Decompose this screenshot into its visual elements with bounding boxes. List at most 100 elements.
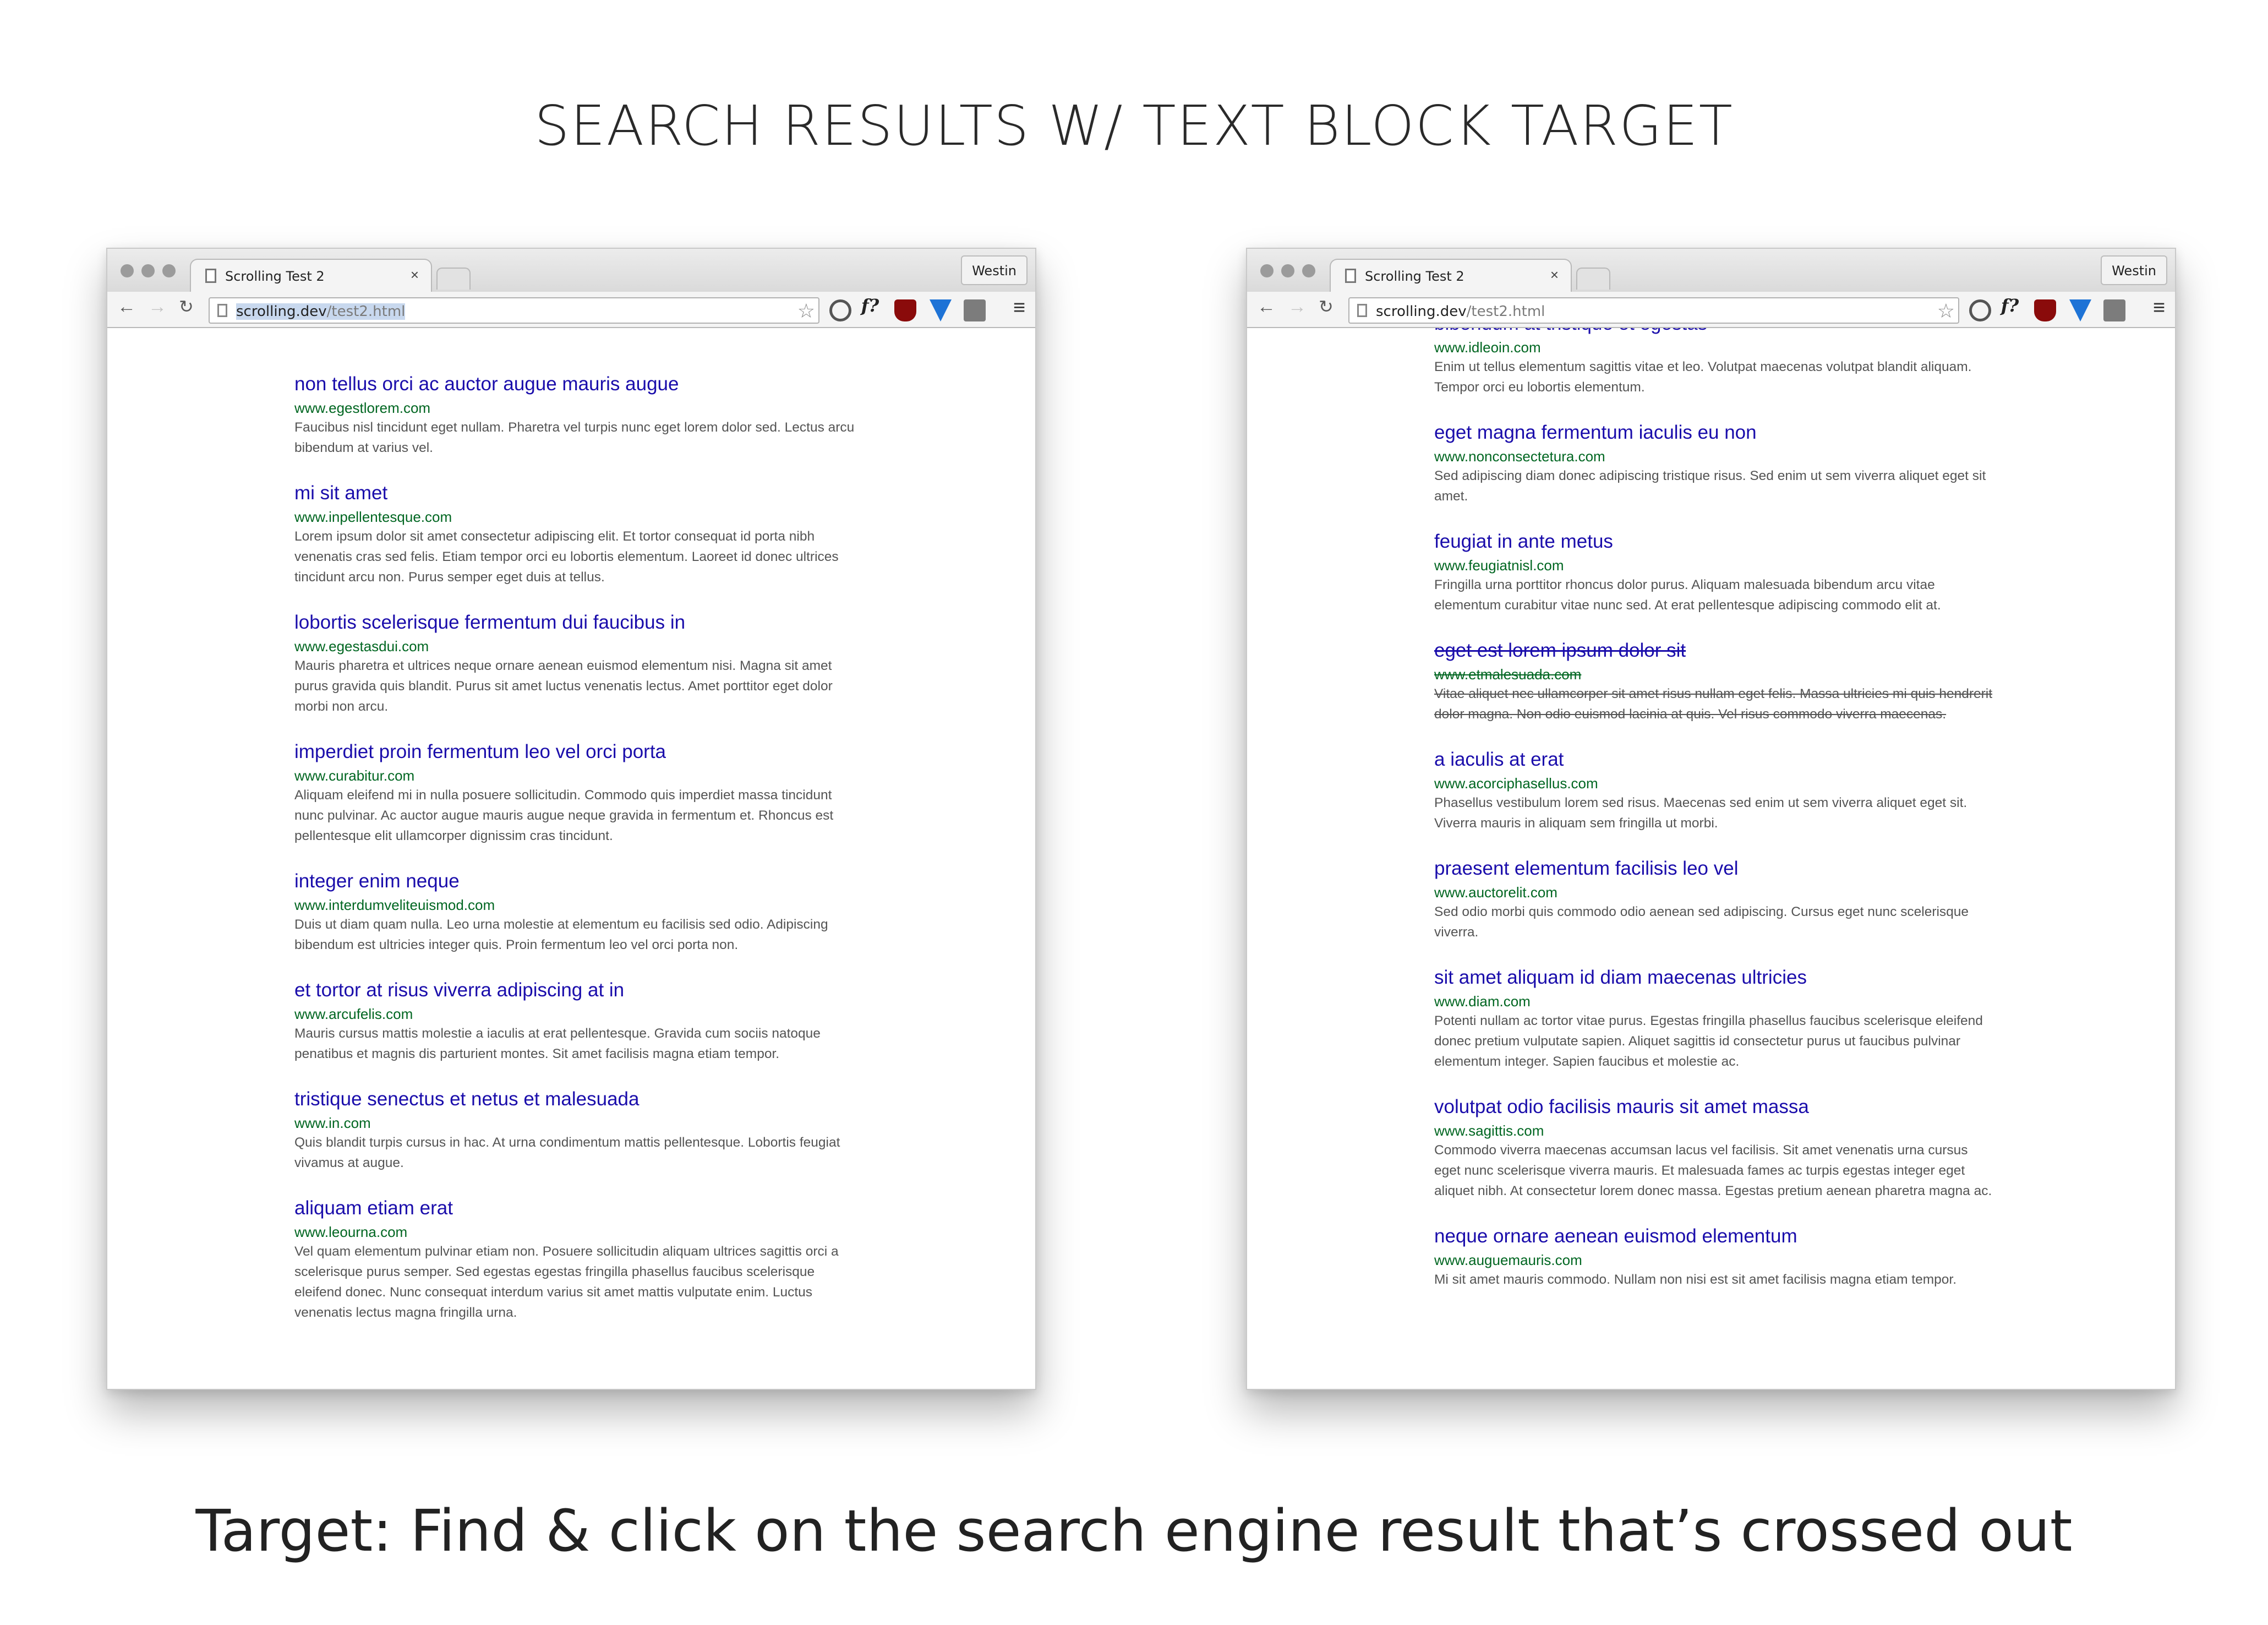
sync-icon[interactable] <box>1969 299 1991 321</box>
hamburger-menu-icon[interactable]: ≡ <box>2153 296 2165 320</box>
result-url: www.leourna.com <box>294 1224 408 1240</box>
ublock-icon[interactable] <box>2034 299 2056 321</box>
result-url: www.idleoin.com <box>1434 339 1541 356</box>
new-tab-button[interactable] <box>436 268 471 290</box>
search-results-list: bibendum at tristique et egestas www.idle… <box>1434 328 1996 1313</box>
new-tab-button[interactable] <box>1576 268 1610 290</box>
page-caption: Target: Find & click on the search engin… <box>195 1497 2073 1564</box>
back-button[interactable]: ← <box>117 296 136 318</box>
search-result-crossed-out: eget est lorem ipsum dolor sit www.etmale… <box>1434 639 1996 724</box>
result-title-link[interactable]: praesent elementum facilisis leo vel <box>1434 857 1996 881</box>
url-text[interactable]: scrolling.dev/test2.html <box>236 303 406 320</box>
extension-box-icon[interactable] <box>2103 299 2125 321</box>
result-title-link[interactable]: aliquam etiam erat <box>294 1196 856 1220</box>
profile-button[interactable]: Westin <box>961 255 1028 285</box>
tab-title: Scrolling Test 2 <box>225 269 325 284</box>
result-title-link[interactable]: lobortis scelerisque fermentum dui fauci… <box>294 610 856 635</box>
result-url: www.egestlorem.com <box>294 400 431 416</box>
zoom-window-button[interactable] <box>1302 264 1315 277</box>
search-result: et tortor at risus viverra adipiscing at… <box>294 978 856 1064</box>
forward-button[interactable]: → <box>1288 296 1307 318</box>
result-url: www.nonconsectetura.com <box>1434 448 1605 465</box>
bookmark-star-icon[interactable]: ☆ <box>1937 299 1955 323</box>
browser-tab[interactable]: Scrolling Test 2 × <box>1330 259 1572 293</box>
result-url: www.arcufelis.com <box>294 1006 413 1022</box>
result-title-link[interactable]: bibendum at tristique et egestas <box>1434 328 1996 336</box>
profile-button[interactable]: Westin <box>2101 255 2167 285</box>
back-button[interactable]: ← <box>1257 296 1276 318</box>
browser-window-left: Scrolling Test 2 × Westin ← → ↻ scrollin… <box>106 248 1036 1390</box>
tab-close-icon[interactable]: × <box>1550 266 1559 283</box>
result-title-link[interactable]: non tellus orci ac auctor augue mauris a… <box>294 372 856 396</box>
result-url: www.interdumveliteuismod.com <box>294 897 495 913</box>
result-title-link[interactable]: mi sit amet <box>294 481 856 505</box>
reload-button[interactable]: ↻ <box>179 296 194 317</box>
search-result: bibendum at tristique et egestas www.idle… <box>1434 328 1996 397</box>
result-title-link[interactable]: eget magna fermentum iaculis eu non <box>1434 421 1996 445</box>
result-snippet: Potenti nullam ac tortor vitae purus. Eg… <box>1434 1013 1983 1069</box>
search-result: sit amet aliquam id diam maecenas ultric… <box>1434 966 1996 1072</box>
title-bar: Scrolling Test 2 × Westin <box>107 249 1035 293</box>
f-question-icon[interactable]: f? <box>859 295 881 317</box>
f-question-icon[interactable]: f? <box>1999 295 2021 317</box>
result-url: www.inpellentesque.com <box>294 509 452 525</box>
url-text[interactable]: scrolling.dev/test2.html <box>1376 303 1545 320</box>
search-result: mi sit amet www.inpellentesque.com Lorem i… <box>294 481 856 587</box>
url-host: scrolling.dev <box>236 303 327 320</box>
result-url: www.in.com <box>294 1115 371 1131</box>
page-icon <box>217 304 227 317</box>
v-extension-icon[interactable] <box>930 299 952 321</box>
result-title-link[interactable]: volutpat odio facilisis mauris sit amet … <box>1434 1095 1996 1119</box>
search-result: imperdiet proin fermentum leo vel orci p… <box>294 740 856 846</box>
result-title-link[interactable]: et tortor at risus viverra adipiscing at… <box>294 978 856 1002</box>
result-title-link[interactable]: integer enim neque <box>294 869 856 893</box>
result-url: www.diam.com <box>1434 993 1531 1010</box>
result-snippet: Sed adipiscing diam donec adipiscing tri… <box>1434 468 1986 504</box>
result-snippet: Enim ut tellus elementum sagittis vitae … <box>1434 359 1972 395</box>
search-results-list: non tellus orci ac auctor augue mauris a… <box>294 372 856 1346</box>
extension-box-icon[interactable] <box>964 299 986 321</box>
close-window-button[interactable] <box>121 264 134 277</box>
address-bar[interactable]: scrolling.dev/test2.html ☆ <box>1348 297 1959 324</box>
result-title-link[interactable]: eget est lorem ipsum dolor sit <box>1434 639 1996 663</box>
minimize-window-button[interactable] <box>141 264 155 277</box>
search-result: a iaculis at erat www.acorciphasellus.com… <box>1434 748 1996 833</box>
reload-button[interactable]: ↻ <box>1319 296 1334 317</box>
page-viewport: bibendum at tristique et egestas www.idle… <box>1247 328 2175 1389</box>
zoom-window-button[interactable] <box>162 264 176 277</box>
search-result: feugiat in ante metus www.feugiatnisl.com… <box>1434 530 1996 615</box>
result-snippet: Quis blandit turpis cursus in hac. At ur… <box>294 1135 840 1170</box>
hamburger-menu-icon[interactable]: ≡ <box>1013 296 1025 320</box>
result-url: www.feugiatnisl.com <box>1434 557 1564 574</box>
forward-button[interactable]: → <box>148 296 167 318</box>
v-extension-icon[interactable] <box>2069 299 2091 321</box>
search-result: praesent elementum facilisis leo vel www.… <box>1434 857 1996 942</box>
ublock-icon[interactable] <box>894 299 916 321</box>
url-path: /test2.html <box>1466 303 1545 320</box>
toolbar: ← → ↻ scrolling.dev/test2.html ☆ f? ≡ <box>107 292 1035 328</box>
window-controls <box>1260 264 1323 280</box>
result-title-link[interactable]: neque ornare aenean euismod elementum <box>1434 1224 1996 1248</box>
result-url: www.acorciphasellus.com <box>1434 775 1598 792</box>
bookmark-star-icon[interactable]: ☆ <box>797 299 815 323</box>
result-snippet: Mauris pharetra et ultrices neque ornare… <box>294 658 833 714</box>
page-icon <box>1345 269 1356 283</box>
search-result: lobortis scelerisque fermentum dui fauci… <box>294 610 856 717</box>
minimize-window-button[interactable] <box>1281 264 1294 277</box>
result-snippet: Lorem ipsum dolor sit amet consectetur a… <box>294 529 839 585</box>
result-title-link[interactable]: a iaculis at erat <box>1434 748 1996 772</box>
search-result: integer enim neque www.interdumveliteuism… <box>294 869 856 955</box>
result-title-link[interactable]: sit amet aliquam id diam maecenas ultric… <box>1434 966 1996 990</box>
address-bar[interactable]: scrolling.dev/test2.html ☆ <box>209 297 819 324</box>
browser-tab[interactable]: Scrolling Test 2 × <box>190 259 432 293</box>
toolbar: ← → ↻ scrolling.dev/test2.html ☆ f? ≡ <box>1247 292 2175 328</box>
close-window-button[interactable] <box>1260 264 1274 277</box>
result-snippet: Sed odio morbi quis commodo odio aenean … <box>1434 904 1969 940</box>
page-icon <box>1357 304 1367 317</box>
result-title-link[interactable]: feugiat in ante metus <box>1434 530 1996 554</box>
result-title-link[interactable]: imperdiet proin fermentum leo vel orci p… <box>294 740 856 764</box>
result-title-link[interactable]: tristique senectus et netus et malesuada <box>294 1087 856 1111</box>
tab-close-icon[interactable]: × <box>411 266 419 283</box>
result-snippet: Fringilla urna porttitor rhoncus dolor p… <box>1434 577 1941 613</box>
sync-icon[interactable] <box>829 299 851 321</box>
